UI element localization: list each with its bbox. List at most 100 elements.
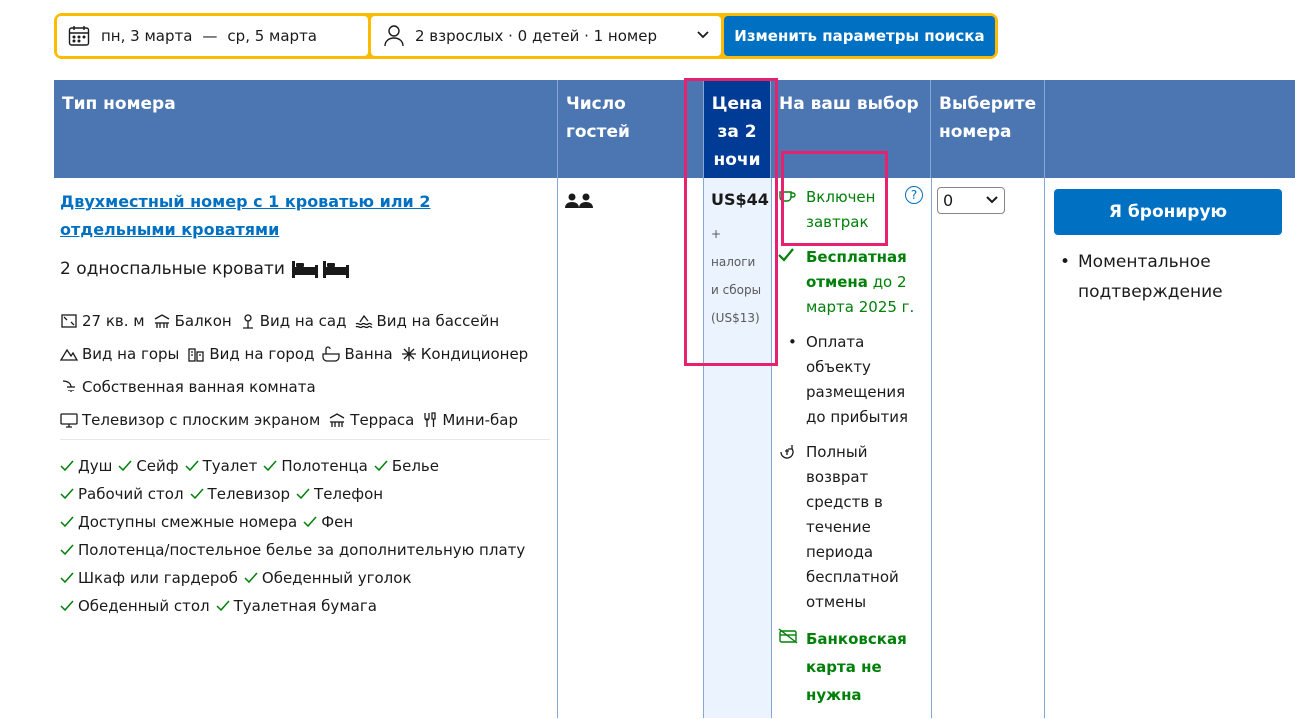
facility-item: Балкон <box>153 312 232 330</box>
facility-item: Ванна <box>322 345 393 363</box>
guests-summary: 2 взрослых · 0 детей · 1 номер <box>415 27 657 45</box>
check-icon <box>374 460 388 472</box>
amenities-row: Шкаф или гардероб Обеденный уголок <box>60 564 550 592</box>
reserve-button[interactable]: Я бронирую <box>1054 189 1282 235</box>
price-taxes-line1: налоги <box>711 255 756 269</box>
table-header: Тип номера Число гостей Цена за 2 ночи Н… <box>54 80 1295 187</box>
check-icon <box>190 488 204 500</box>
city-icon <box>188 347 205 362</box>
check-icon <box>118 460 132 472</box>
check-icon <box>60 460 74 472</box>
facilities-row: Вид на горы Вид на город Ванна Кондицион… <box>60 337 560 370</box>
check-icon <box>263 460 277 472</box>
amenity-item: Телефон <box>296 485 383 503</box>
column-divider <box>703 178 704 718</box>
amenity-item: Телевизор <box>190 485 290 503</box>
no-card-needed: Банковская карта не нужна <box>778 625 928 709</box>
facility-item: Вид на город <box>187 345 314 363</box>
instant-confirmation: • Моментальное подтверждение <box>1060 247 1278 307</box>
amenity-item: Рабочий стол <box>60 485 184 503</box>
two-persons-icon <box>565 193 593 208</box>
price-amount: US$44 <box>711 190 769 209</box>
price-taxes: + налоги и сборы (US$13) <box>711 220 773 332</box>
header-price: Цена за 2 ночи <box>704 80 771 187</box>
bullet-icon: • <box>788 333 797 351</box>
header-select: Выберите номера <box>931 80 1045 178</box>
bath-icon <box>322 345 341 362</box>
amenities-row: Рабочий стол Телевизор Телефон <box>60 480 550 508</box>
header-choice: На ваш выбор <box>771 80 931 178</box>
facility-item: Кондиционер <box>401 345 528 363</box>
amenities-row: Душ Сейф Туалет Полотенца Белье <box>60 452 550 480</box>
date-picker[interactable]: пн, 3 марта — ср, 5 марта <box>57 16 368 56</box>
check-icon <box>244 572 258 584</box>
breakfast-included: Включен завтрак <box>778 185 928 235</box>
header-guests: Число гостей <box>558 80 704 178</box>
divider <box>60 439 550 440</box>
date-dash: — <box>202 27 218 45</box>
amenity-item: Белье <box>374 457 439 475</box>
calendar-icon <box>68 26 90 46</box>
amenity-item: Обеденный уголок <box>244 569 412 587</box>
facilities-row: 27 кв. м Балкон Вид на сад Вид на бассей… <box>60 304 560 337</box>
room-name-link[interactable]: Двухместный номер с 1 кроватью или 2 отд… <box>60 188 480 244</box>
check-icon <box>60 516 74 528</box>
single-beds-icon <box>291 261 349 278</box>
amenity-item: Фен <box>303 513 353 531</box>
amenity-item: Полотенца <box>263 457 368 475</box>
bed-info: 2 односпальные кровати <box>60 258 351 280</box>
facilities-list: 27 кв. м Балкон Вид на сад Вид на бассей… <box>60 304 560 436</box>
price-plus: + <box>711 227 722 241</box>
amenity-item: Доступны смежные номера <box>60 513 297 531</box>
amenity-item: Сейф <box>118 457 179 475</box>
date-to: ср, 5 марта <box>227 27 317 45</box>
date-from: пн, 3 марта <box>101 27 193 45</box>
amenities-row: Полотенца/постельное белье за дополнител… <box>60 536 550 564</box>
amenity-item: Обеденный стол <box>60 597 210 615</box>
free-cancellation: Бесплатная отмена до 2 марта 2025 г. <box>778 245 928 320</box>
full-refund: Полный возврат средств в течение периода… <box>778 440 928 615</box>
facility-item: Терраса <box>328 411 414 429</box>
bullet-icon: • <box>1060 252 1071 272</box>
amenities-list: Душ Сейф Туалет Полотенца Белье Рабочий … <box>60 452 550 620</box>
terrace-icon <box>329 412 345 427</box>
minibar-icon <box>424 411 437 427</box>
facility-item: Собственная ванная комната <box>60 378 316 396</box>
amenities-row: Обеденный стол Туалетная бумага <box>60 592 550 620</box>
search-bar: пн, 3 марта — ср, 5 марта 2 взрослых · 0… <box>54 13 998 59</box>
check-icon <box>216 600 230 612</box>
tv-icon <box>60 412 78 428</box>
column-divider <box>931 178 932 718</box>
column-divider <box>1044 178 1045 718</box>
check-icon <box>185 460 199 472</box>
bed-label: 2 односпальные кровати <box>60 259 285 279</box>
column-divider <box>557 178 558 718</box>
room-quantity-select[interactable]: 0 <box>937 187 1005 214</box>
facility-item: Мини-бар <box>422 411 518 429</box>
change-search-button[interactable]: Изменить параметры поиска <box>723 16 995 56</box>
pool-icon <box>355 314 372 328</box>
amenity-item: Туалетная бумага <box>216 597 377 615</box>
pay-at-property: • Оплата объекту размещения до прибытия <box>778 330 928 430</box>
price-taxes-amount: (US$13) <box>711 311 760 325</box>
check-icon <box>778 248 794 262</box>
check-icon <box>60 600 74 612</box>
price-taxes-line2: и сборы <box>711 283 762 297</box>
amenity-item: Полотенца/постельное белье за дополнител… <box>60 541 525 559</box>
room-quantity-value: 0 <box>943 191 954 210</box>
facilities-row: Собственная ванная комната <box>60 370 560 403</box>
shower-icon <box>62 379 75 392</box>
room-size-icon <box>61 313 77 328</box>
header-room-type: Тип номера <box>54 80 558 178</box>
amenity-item: Шкаф или гардероб <box>60 569 238 587</box>
check-icon <box>296 488 310 500</box>
guests-picker[interactable]: 2 взрослых · 0 детей · 1 номер <box>371 16 721 56</box>
facility-item: Вид на горы <box>60 345 179 363</box>
balcony-icon <box>154 313 169 328</box>
facility-item: Вид на сад <box>240 312 347 330</box>
chevron-down-icon <box>986 196 998 204</box>
check-icon <box>303 516 317 528</box>
chevron-down-icon <box>697 31 709 39</box>
person-icon <box>384 25 404 47</box>
header-price-label: Цена за 2 ночи <box>711 94 763 170</box>
